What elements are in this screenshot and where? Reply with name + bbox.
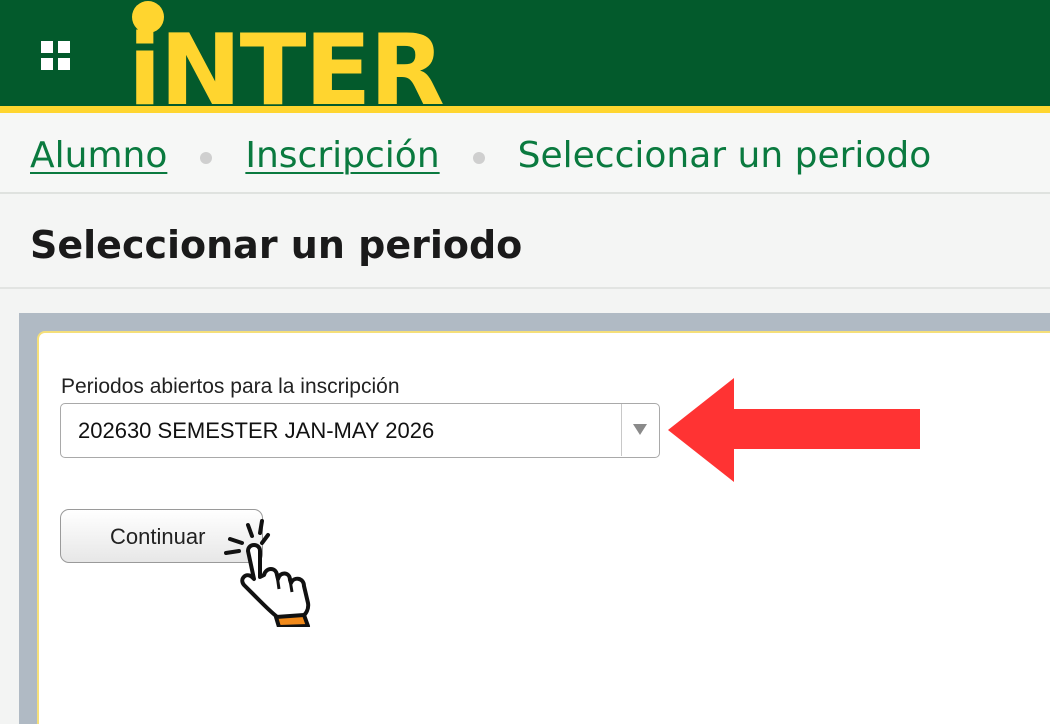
- breadcrumb: Alumno Inscripción Seleccionar un period…: [30, 133, 931, 177]
- breadcrumb-current: Seleccionar un periodo: [517, 134, 932, 176]
- header-accent-stripe: [0, 106, 1050, 113]
- breadcrumb-separator-icon: [472, 152, 485, 164]
- select-divider: [621, 404, 622, 456]
- period-select-value: 202630 SEMESTER JAN-MAY 2026: [78, 418, 435, 443]
- page-title: Seleccionar un periodo: [30, 223, 523, 267]
- period-select[interactable]: 202630 SEMESTER JAN-MAY 2026: [60, 403, 660, 458]
- breadcrumb-separator-icon: [200, 152, 213, 164]
- logo-text: iNTER: [128, 14, 443, 106]
- period-select-label: Periodos abiertos para la inscripción: [61, 375, 400, 398]
- chevron-down-icon[interactable]: [633, 424, 647, 436]
- grid-menu-icon[interactable]: [41, 41, 71, 71]
- inter-logo[interactable]: iNTER: [128, 0, 478, 106]
- top-header: iNTER: [0, 0, 1050, 106]
- hand-pointer-click-icon: [224, 519, 311, 627]
- red-left-arrow-icon: [668, 378, 920, 482]
- continue-button-label: Continuar: [110, 524, 206, 549]
- breadcrumb-link-inscripcion[interactable]: Inscripción: [245, 135, 439, 176]
- breadcrumb-link-alumno[interactable]: Alumno: [30, 135, 167, 176]
